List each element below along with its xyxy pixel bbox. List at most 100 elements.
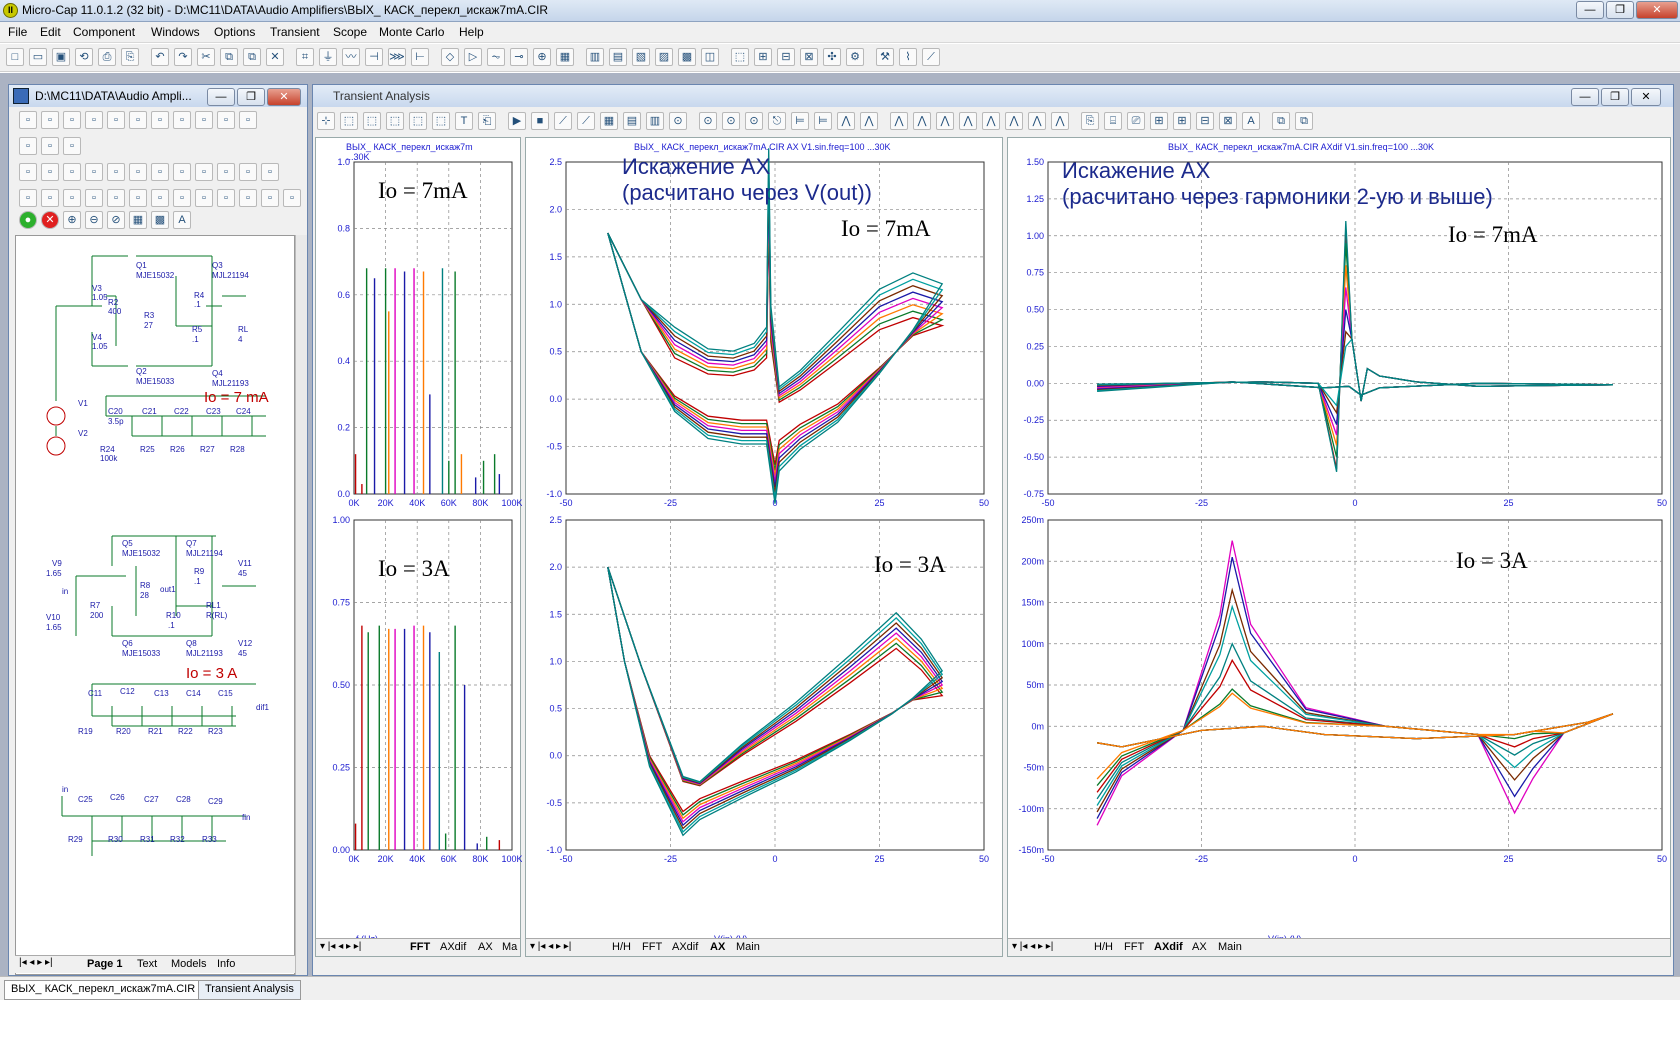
analysis-tool-33-icon[interactable]: ⌸ (1104, 112, 1122, 130)
menu-monte-carlo[interactable]: Monte Carlo (379, 25, 444, 39)
analysis-tool-1-icon[interactable]: ⬚ (340, 112, 358, 130)
analysis-tool-6-icon[interactable]: T (455, 112, 473, 130)
toolbar-tool-15-icon[interactable]: ⊣ (365, 48, 383, 66)
schematic-tool-0-8-icon[interactable]: ▫ (195, 111, 213, 129)
schematic-tool-0-2-icon[interactable]: ▫ (63, 111, 81, 129)
toolbar-tool-0-icon[interactable]: □ (6, 48, 24, 66)
schematic-tool-3-4-icon[interactable]: ▫ (107, 189, 125, 207)
analysis-tool-19-icon[interactable]: ⎋ (768, 112, 786, 130)
schematic-tool-2-10-icon[interactable]: ▫ (239, 163, 257, 181)
analysis-tool-29-icon[interactable]: ⋀ (1005, 112, 1023, 130)
analysis-tool-8-icon[interactable]: ▶ (508, 112, 526, 130)
toolbar-tool-12-icon[interactable]: ⌗ (296, 48, 314, 66)
fft-tab-main[interactable]: Ma (502, 941, 517, 953)
analysis-tool-31-icon[interactable]: ⋀ (1051, 112, 1069, 130)
schematic-vertical-scrollbar[interactable] (295, 235, 307, 975)
toolbar-tool-17-icon[interactable]: ⊢ (411, 48, 429, 66)
axdif-tab-main[interactable]: Main (1218, 941, 1242, 953)
toolbar-tool-36-icon[interactable]: ⚒ (876, 48, 894, 66)
axdif-tab-nav[interactable]: ▾ |◂ ◂ ▸ ▸| (1012, 941, 1053, 952)
toolbar-tool-9-icon[interactable]: ⧉ (220, 48, 238, 66)
ax-tab-fft[interactable]: FFT (642, 941, 662, 953)
toolbar-tool-4-icon[interactable]: ⎙ (98, 48, 116, 66)
menu-file[interactable]: File (8, 25, 27, 39)
analysis-tool-18-icon[interactable]: ⊙ (745, 112, 763, 130)
toolbar-tool-37-icon[interactable]: ⌇ (899, 48, 917, 66)
schematic-tool-2-11-icon[interactable]: ▫ (261, 163, 279, 181)
analysis-tool-41-icon[interactable]: ⧉ (1295, 112, 1313, 130)
menu-scope[interactable]: Scope (333, 25, 367, 39)
tab-info[interactable]: Info (217, 958, 235, 970)
toolbar-tool-2-icon[interactable]: ▣ (52, 48, 70, 66)
ax-tab-hh[interactable]: H/H (612, 941, 631, 953)
analysis-tool-4-icon[interactable]: ⬚ (409, 112, 427, 130)
schematic-tool-3-11-icon[interactable]: ▫ (261, 189, 279, 207)
tab-models[interactable]: Models (171, 958, 206, 970)
analysis-tool-20-icon[interactable]: ⊨ (791, 112, 809, 130)
schematic-tool-3-3-icon[interactable]: ▫ (85, 189, 103, 207)
toolbar-tool-5-icon[interactable]: ⎘ (121, 48, 139, 66)
analysis-tool-17-icon[interactable]: ⊙ (722, 112, 740, 130)
schematic-tool-4-4-icon[interactable]: ⊘ (107, 211, 125, 229)
schematic-tool-3-1-icon[interactable]: ▫ (41, 189, 59, 207)
analysis-tool-24-icon[interactable]: ⋀ (890, 112, 908, 130)
schematic-tool-0-6-icon[interactable]: ▫ (151, 111, 169, 129)
toolbar-tool-32-icon[interactable]: ⊟ (777, 48, 795, 66)
toolbar-tool-30-icon[interactable]: ⬚ (731, 48, 749, 66)
fft-tab-fft[interactable]: FFT (410, 941, 430, 953)
schematic-tool-4-0-icon[interactable]: ● (19, 211, 37, 229)
analysis-tool-11-icon[interactable]: ⟋ (577, 112, 595, 130)
schematic-tool-4-1-icon[interactable]: ✕ (41, 211, 59, 229)
analysis-tool-2-icon[interactable]: ⬚ (363, 112, 381, 130)
schematic-tool-3-12-icon[interactable]: ▫ (283, 189, 301, 207)
analysis-tool-7-icon[interactable]: ⎗ (478, 112, 496, 130)
schematic-tool-3-7-icon[interactable]: ▫ (173, 189, 191, 207)
schematic-tool-1-2-icon[interactable]: ▫ (63, 137, 81, 155)
analysis-tool-39-icon[interactable]: A (1242, 112, 1260, 130)
toolbar-tool-25-icon[interactable]: ▤ (609, 48, 627, 66)
analysis-tool-9-icon[interactable]: ■ (531, 112, 549, 130)
restore-button[interactable]: ❐ (1606, 1, 1634, 19)
schematic-tool-0-0-icon[interactable]: ▫ (19, 111, 37, 129)
toolbar-tool-8-icon[interactable]: ✂ (197, 48, 215, 66)
toolbar-tool-24-icon[interactable]: ▥ (586, 48, 604, 66)
schematic-tool-2-2-icon[interactable]: ▫ (63, 163, 81, 181)
toolbar-tool-14-icon[interactable]: 〰 (342, 48, 360, 66)
schematic-minimize-button[interactable]: — (207, 88, 235, 106)
doc-tab-circuit[interactable]: ВЫХ_ КАСК_перекл_искаж7mA.CIR (4, 980, 203, 1000)
schematic-tool-0-5-icon[interactable]: ▫ (129, 111, 147, 129)
schematic-tool-2-9-icon[interactable]: ▫ (217, 163, 235, 181)
minimize-button[interactable]: — (1576, 1, 1604, 19)
toolbar-tool-16-icon[interactable]: ⋙ (388, 48, 406, 66)
toolbar-tool-22-icon[interactable]: ⊕ (533, 48, 551, 66)
toolbar-tool-35-icon[interactable]: ⚙ (846, 48, 864, 66)
tab-page-1[interactable]: Page 1 (87, 958, 122, 970)
doc-tab-transient[interactable]: Transient Analysis (198, 980, 301, 1000)
menu-edit[interactable]: Edit (40, 25, 61, 39)
transient-close-button[interactable]: ✕ (1631, 88, 1661, 106)
schematic-tool-2-8-icon[interactable]: ▫ (195, 163, 213, 181)
close-button[interactable]: ✕ (1636, 1, 1678, 19)
analysis-tool-21-icon[interactable]: ⊨ (814, 112, 832, 130)
schematic-tool-4-6-icon[interactable]: ▩ (151, 211, 169, 229)
analysis-tool-40-icon[interactable]: ⧉ (1272, 112, 1290, 130)
tab-nav-arrows[interactable]: |◂ ◂ ▸ ▸| (19, 957, 53, 968)
menu-options[interactable]: Options (214, 25, 255, 39)
schematic-tool-2-4-icon[interactable]: ▫ (107, 163, 125, 181)
transient-minimize-button[interactable]: — (1571, 88, 1599, 106)
analysis-tool-35-icon[interactable]: ⊞ (1150, 112, 1168, 130)
schematic-tool-4-3-icon[interactable]: ⊖ (85, 211, 103, 229)
toolbar-tool-29-icon[interactable]: ◫ (701, 48, 719, 66)
ax-tab-ax[interactable]: AX (710, 941, 725, 953)
analysis-tool-27-icon[interactable]: ⋀ (959, 112, 977, 130)
schematic-tool-3-9-icon[interactable]: ▫ (217, 189, 235, 207)
schematic-tool-2-7-icon[interactable]: ▫ (173, 163, 191, 181)
schematic-tool-3-2-icon[interactable]: ▫ (63, 189, 81, 207)
toolbar-tool-28-icon[interactable]: ▩ (678, 48, 696, 66)
analysis-tool-12-icon[interactable]: ▦ (600, 112, 618, 130)
ax-tab-main[interactable]: Main (736, 941, 760, 953)
schematic-tool-0-1-icon[interactable]: ▫ (41, 111, 59, 129)
schematic-tool-0-9-icon[interactable]: ▫ (217, 111, 235, 129)
toolbar-tool-1-icon[interactable]: ▭ (29, 48, 47, 66)
analysis-tool-38-icon[interactable]: ⊠ (1219, 112, 1237, 130)
